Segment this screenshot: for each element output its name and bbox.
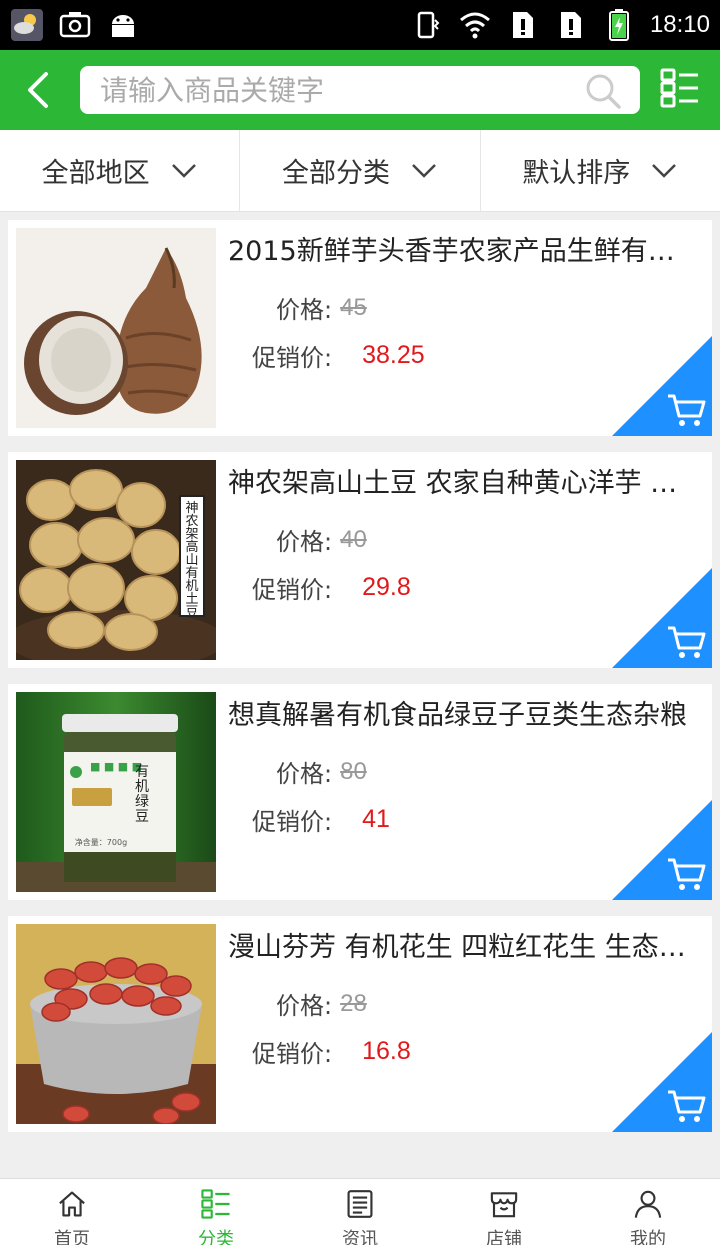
status-time: 18:10 [649,11,710,38]
nav-label: 店铺 [486,1229,522,1245]
product-card[interactable]: ■ ■ ■ ■ 有机绿豆 净含量：700g 想真解暑有机食品绿豆子豆类生态杂粮 … [8,684,712,900]
sim-alert-icon [554,8,588,42]
price-row: 价格: 80 [276,754,367,789]
nav-label: 分类 [198,1229,234,1245]
status-bar-right: 18:10 [410,8,710,42]
category-icon [201,1189,230,1219]
filter-label: 全部分类 [281,158,390,189]
promo-label: 促销价: [252,344,333,372]
status-bar-left [10,8,140,42]
nav-news[interactable]: 资讯 [288,1179,432,1245]
original-price: 45 [340,293,367,321]
product-list: 2015新鲜芋头香芋农家产品生鲜有机蔬菜 价格: 45 促销价: 38.25 神… [8,220,712,1148]
product-title[interactable]: 神农架高山土豆 农家自种黄心洋芋 有机土豆 [228,464,698,504]
product-image[interactable]: ■ ■ ■ ■ 有机绿豆 净含量：700g [16,692,216,892]
screenshot-icon [58,8,92,42]
original-price: 80 [340,757,367,785]
product-title[interactable]: 漫山芬芳 有机花生 四粒红花生 生态种植 [228,928,698,968]
add-to-cart-button[interactable] [612,800,712,900]
product-title[interactable]: 2015新鲜芋头香芋农家产品生鲜有机蔬菜 [228,232,698,272]
price-label: 价格: [276,528,333,556]
price-row: 价格: 40 [276,522,367,557]
add-to-cart-button[interactable] [612,568,712,668]
add-to-cart-button[interactable] [612,1032,712,1132]
price-label: 价格: [276,992,333,1020]
list-view-button[interactable] [660,68,700,108]
promo-price: 16.8 [362,1037,411,1065]
product-image[interactable] [16,228,216,428]
original-price: 40 [340,525,367,553]
price-label: 价格: [276,296,333,324]
promo-price: 29.8 [362,573,411,601]
product-image[interactable]: 神农架高山有机土豆 [16,460,216,660]
android-icon [106,8,140,42]
jar-label-text: 有机绿豆 [135,764,149,825]
nav-profile[interactable]: 我的 [576,1179,720,1245]
promo-label: 促销价: [252,808,333,836]
nav-label: 资讯 [342,1229,378,1245]
store-icon [490,1192,518,1218]
promo-label: 促销价: [252,1040,333,1068]
bottom-nav: 首页 分类 资讯 店铺 我的 [0,1178,720,1245]
filter-label: 全部地区 [41,158,150,189]
home-icon [59,1191,85,1217]
original-price: 28 [340,989,367,1017]
promo-row: 促销价: 29.8 [252,570,411,605]
back-button[interactable] [18,68,62,112]
battery-charging-icon [602,8,636,42]
product-card[interactable]: 神农架高山有机土豆 神农架高山土豆 农家自种黄心洋芋 有机土豆 价格: 40 促… [8,452,712,668]
search-box[interactable] [80,66,640,114]
nav-store[interactable]: 店铺 [432,1179,576,1245]
chevron-down-icon [412,163,436,178]
nav-home[interactable]: 首页 [0,1179,144,1245]
user-icon [634,1190,662,1218]
filter-label: 默认排序 [522,158,631,189]
promo-price: 41 [362,805,390,833]
search-input[interactable] [100,66,570,114]
product-title[interactable]: 想真解暑有机食品绿豆子豆类生态杂粮 [228,696,698,736]
top-header [0,50,720,130]
filter-bar: 全部地区 全部分类 默认排序 [0,130,720,212]
promo-label: 促销价: [252,576,333,604]
status-bar: 18:10 [0,0,720,50]
promo-row: 促销价: 38.25 [252,338,425,373]
add-to-cart-button[interactable] [612,336,712,436]
filter-region[interactable]: 全部地区 [0,130,241,211]
jar-weight-text: 净含量：700g [75,837,127,847]
chevron-down-icon [652,163,677,178]
promo-price: 38.25 [362,341,425,369]
nav-label: 首页 [54,1229,90,1245]
product-card[interactable]: 2015新鲜芋头香芋农家产品生鲜有机蔬菜 价格: 45 促销价: 38.25 [8,220,712,436]
promo-row: 促销价: 16.8 [252,1034,411,1069]
search-icon[interactable] [584,72,622,110]
sim-alert-icon [506,8,540,42]
chevron-down-icon [171,163,196,178]
price-label: 价格: [276,760,333,788]
price-row: 价格: 45 [276,290,367,325]
product-image[interactable] [16,924,216,1124]
news-icon [347,1190,373,1218]
promo-row: 促销价: 41 [252,802,390,837]
price-row: 价格: 28 [276,986,367,1021]
product-card[interactable]: 漫山芬芳 有机花生 四粒红花生 生态种植 价格: 28 促销价: 16.8 [8,916,712,1132]
wifi-icon [458,8,492,42]
chevron-left-icon [28,72,48,108]
list-view-icon [660,68,698,108]
filter-category[interactable]: 全部分类 [240,130,481,211]
potato-label-text: 神农架高山有机土豆 [185,501,198,620]
weather-icon [10,8,44,42]
vibrate-icon [410,8,444,42]
nav-label: 我的 [630,1229,666,1245]
nav-category[interactable]: 分类 [144,1179,288,1245]
filter-sort[interactable]: 默认排序 [481,130,720,211]
